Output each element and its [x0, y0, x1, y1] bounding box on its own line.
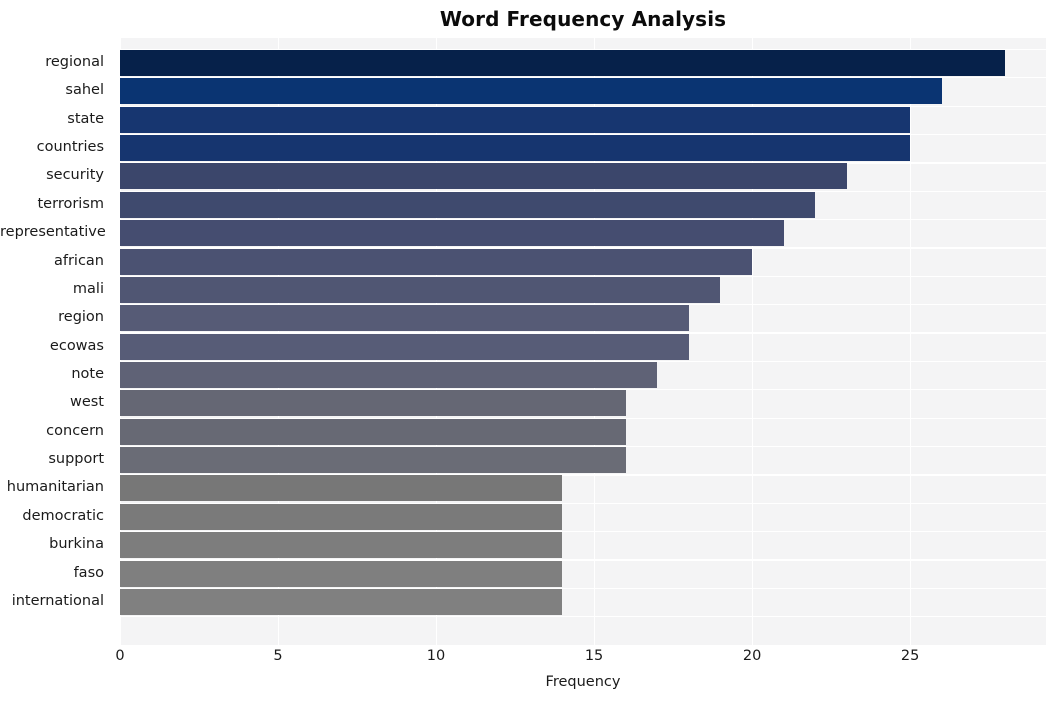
x-axis-label: Frequency: [545, 674, 621, 690]
y-tick-label: ecowas: [49, 337, 104, 354]
y-tick-label: terrorism: [37, 195, 105, 212]
bar: [120, 390, 626, 417]
bar: [120, 191, 816, 218]
y-tick-label: mali: [72, 280, 104, 297]
y-tick-label: west: [69, 394, 104, 411]
y-tick-label: note: [71, 365, 104, 382]
bar: [120, 78, 942, 105]
bar: [120, 418, 626, 445]
bar: [120, 305, 689, 332]
x-tick-label: 0: [115, 648, 125, 664]
bar: [120, 248, 753, 275]
x-tick-label: 25: [900, 648, 920, 664]
word-frequency-bar-chart: Word Frequency Analysis regional sahel sta…: [0, 0, 1060, 701]
x-tick-label: 10: [426, 648, 446, 664]
x-tick-label: 5: [273, 648, 283, 664]
y-tick-label: sahel: [65, 82, 104, 99]
y-tick-label: democratic: [22, 507, 104, 524]
x-axis-tick-labels: 0 5 10 15 20 25: [0, 648, 1060, 674]
y-tick-label: faso: [73, 564, 104, 581]
bar: [120, 532, 563, 559]
bar: [120, 475, 563, 502]
bar: [120, 333, 689, 360]
bar: [120, 503, 563, 530]
y-tick-label: countries: [36, 139, 104, 156]
bar: [120, 49, 1005, 76]
y-tick-label: state: [67, 110, 104, 127]
y-tick-label: regional: [45, 53, 104, 70]
y-tick-label: humanitarian: [6, 479, 104, 496]
plot-area: [120, 38, 1046, 645]
bar: [120, 560, 563, 587]
y-tick-label: support: [48, 451, 104, 468]
bar: [120, 588, 563, 615]
bar: [120, 220, 784, 247]
bars-layer: [120, 38, 1046, 645]
y-tick-label: burkina: [49, 536, 104, 553]
bar: [120, 135, 911, 162]
x-tick-label: 20: [742, 648, 762, 664]
bar: [120, 361, 658, 388]
bar: [120, 276, 721, 303]
y-axis-tick-labels: regional sahel state countries security terro…: [0, 38, 112, 645]
x-tick-label: 15: [584, 648, 604, 664]
bar: [120, 163, 847, 190]
y-tick-label: region: [58, 309, 104, 326]
bar: [120, 447, 626, 474]
y-tick-label: security: [46, 167, 104, 184]
chart-title: Word Frequency Analysis: [439, 7, 727, 31]
bar: [120, 106, 911, 133]
y-tick-label: african: [53, 252, 104, 269]
y-tick-label: concern: [46, 422, 104, 439]
y-tick-label: representative: [0, 224, 106, 241]
y-tick-label: international: [11, 592, 104, 609]
